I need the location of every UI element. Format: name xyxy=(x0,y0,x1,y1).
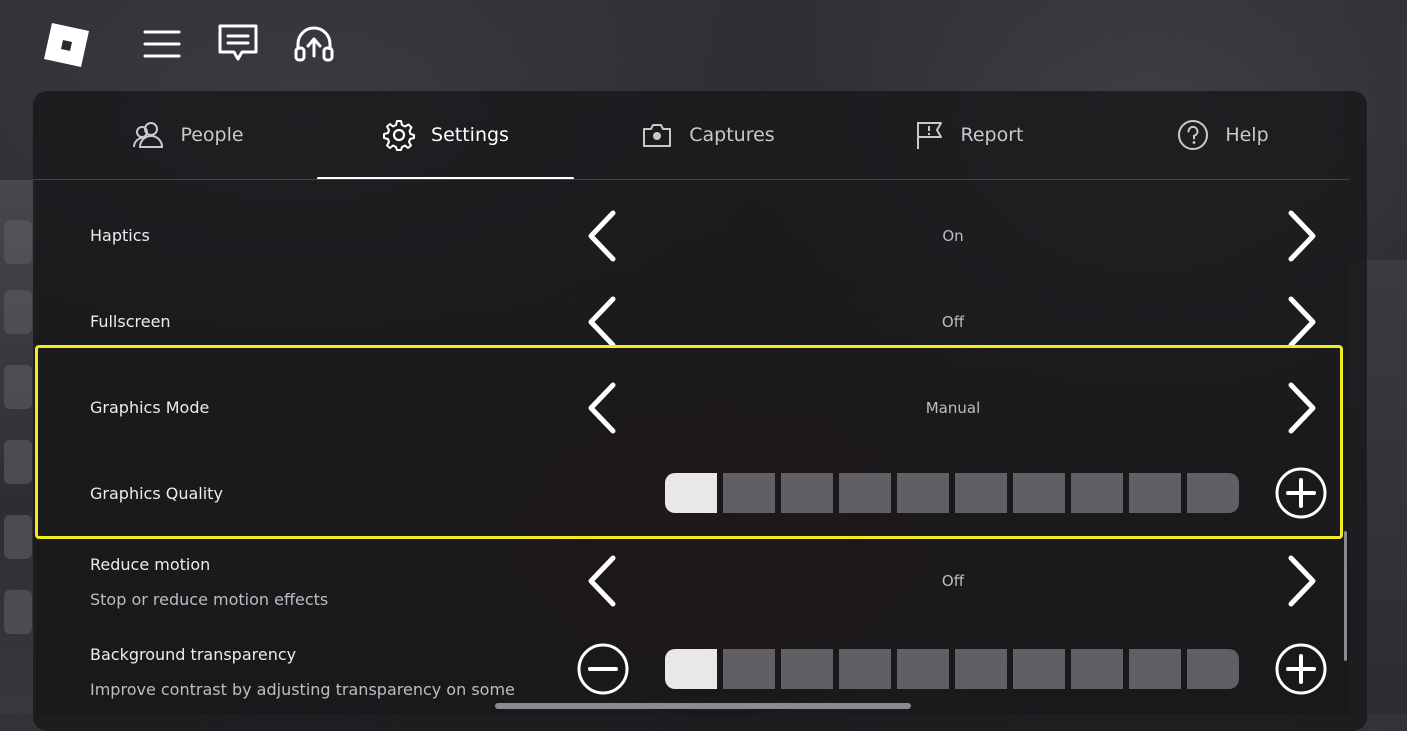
setting-value: Off xyxy=(941,313,965,331)
setting-value: Off xyxy=(941,572,965,590)
tab-settings[interactable]: Settings xyxy=(366,91,526,179)
top-bar xyxy=(0,0,1407,90)
tab-label: People xyxy=(180,124,244,146)
tab-people[interactable]: People xyxy=(113,91,263,179)
background-transparency-slider[interactable] xyxy=(665,649,1239,689)
setting-description: Improve contrast by adjusting transparen… xyxy=(90,680,515,699)
inventory-slot xyxy=(4,290,32,334)
increase-button[interactable] xyxy=(1274,642,1328,696)
menu-icon[interactable] xyxy=(140,22,184,66)
setting-row-haptics: Haptics On xyxy=(33,191,1367,277)
decrease-button[interactable] xyxy=(576,642,630,696)
highlight-box xyxy=(35,345,1343,539)
chevron-right-icon[interactable] xyxy=(1281,553,1321,609)
chevron-right-icon[interactable] xyxy=(1281,208,1321,264)
slider-segment[interactable] xyxy=(1129,649,1181,689)
setting-description: Stop or reduce motion effects xyxy=(90,590,329,609)
slider-segment[interactable] xyxy=(1187,649,1239,689)
camera-icon xyxy=(643,124,672,147)
chevron-left-icon[interactable] xyxy=(583,553,623,609)
roblox-logo[interactable] xyxy=(41,20,91,70)
tab-captures[interactable]: Captures xyxy=(623,91,793,179)
setting-label: Reduce motion xyxy=(90,555,211,574)
scrollbar[interactable] xyxy=(1344,531,1347,661)
tab-label: Captures xyxy=(689,124,775,146)
tab-report[interactable]: Report xyxy=(893,91,1043,179)
chat-icon[interactable] xyxy=(216,22,260,66)
slider-segment[interactable] xyxy=(897,649,949,689)
tab-help[interactable]: Help xyxy=(1163,91,1283,179)
setting-row-reduce-motion: Reduce motion Stop or reduce motion effe… xyxy=(33,539,1367,639)
inventory-slot xyxy=(4,515,32,559)
slider-segment[interactable] xyxy=(955,649,1007,689)
slider-segment[interactable] xyxy=(1013,649,1065,689)
tab-label: Help xyxy=(1225,124,1269,146)
slider-segment[interactable] xyxy=(665,649,717,689)
game-side-inventory xyxy=(0,180,36,714)
tab-bar: People Settings Captures Report Help xyxy=(33,91,1367,180)
tab-label: Report xyxy=(960,124,1024,146)
inventory-slot xyxy=(4,365,32,409)
inventory-slot xyxy=(4,590,32,634)
setting-row-background-transparency: Background transparency Improve contrast… xyxy=(33,629,1367,729)
tab-divider xyxy=(33,179,1349,180)
slider-segment[interactable] xyxy=(1071,649,1123,689)
inventory-slot xyxy=(4,440,32,484)
setting-label: Fullscreen xyxy=(90,312,171,331)
chevron-right-icon[interactable] xyxy=(1281,294,1321,350)
gear-icon xyxy=(383,120,416,151)
slider-segment[interactable] xyxy=(839,649,891,689)
people-icon xyxy=(133,122,164,148)
slider-segment[interactable] xyxy=(781,649,833,689)
setting-label: Background transparency xyxy=(90,645,297,664)
setting-label: Haptics xyxy=(90,226,150,245)
home-indicator xyxy=(495,703,911,709)
tab-label: Settings xyxy=(431,124,509,146)
slider-segment[interactable] xyxy=(723,649,775,689)
setting-value: On xyxy=(942,227,964,245)
voice-headset-icon[interactable] xyxy=(292,22,336,66)
flag-icon xyxy=(916,122,942,149)
help-icon xyxy=(1178,120,1209,150)
chevron-left-icon[interactable] xyxy=(583,208,623,264)
inventory-slot xyxy=(4,220,32,264)
chevron-left-icon[interactable] xyxy=(583,294,623,350)
